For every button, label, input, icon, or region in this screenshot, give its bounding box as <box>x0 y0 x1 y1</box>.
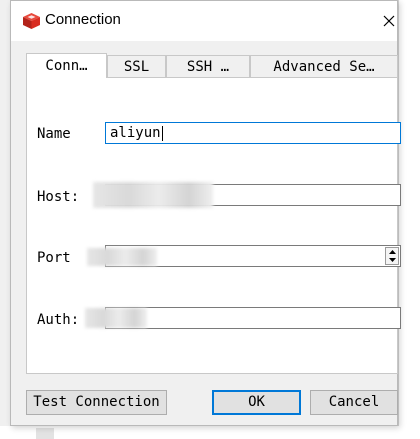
background-window <box>398 0 420 439</box>
connection-dialog: Connection Conn… SSL SSH … Advanced Se… … <box>10 0 401 426</box>
port-increment-button[interactable] <box>386 248 398 256</box>
connection-settings-panel: Name aliyun Host: Port Auth: <box>26 77 401 374</box>
name-label: Name <box>37 126 71 142</box>
window-title: Connection <box>45 11 121 28</box>
tab-ssl[interactable]: SSL <box>107 55 166 77</box>
triangle-up-icon <box>388 250 396 254</box>
redacted-host <box>93 182 213 208</box>
test-connection-button[interactable]: Test Connection <box>26 390 167 415</box>
title-bar: Connection <box>11 1 397 41</box>
tab-advanced-settings[interactable]: Advanced Se… <box>250 55 398 77</box>
ok-button[interactable]: OK <box>212 390 301 415</box>
redacted-auth <box>85 308 147 328</box>
triangle-down-icon <box>388 258 396 262</box>
background-scroll-element <box>36 428 54 439</box>
tab-connection[interactable]: Conn… <box>26 53 107 78</box>
tab-ssh[interactable]: SSH … <box>166 55 250 77</box>
text-caret <box>161 125 163 141</box>
auth-label: Auth: <box>37 312 80 328</box>
redacted-port <box>87 248 157 266</box>
cancel-button[interactable]: Cancel <box>310 390 398 415</box>
auth-input[interactable] <box>105 307 401 329</box>
background-window-bottom <box>0 426 420 439</box>
port-label: Port <box>37 250 71 266</box>
name-input-value: aliyun <box>110 125 161 141</box>
close-button[interactable] <box>379 11 399 31</box>
name-input[interactable]: aliyun <box>105 122 401 144</box>
port-spinner <box>385 247 399 265</box>
redis-cube-icon <box>22 12 41 30</box>
close-icon <box>383 15 395 27</box>
port-decrement-button[interactable] <box>386 256 398 264</box>
host-label: Host: <box>37 189 80 205</box>
